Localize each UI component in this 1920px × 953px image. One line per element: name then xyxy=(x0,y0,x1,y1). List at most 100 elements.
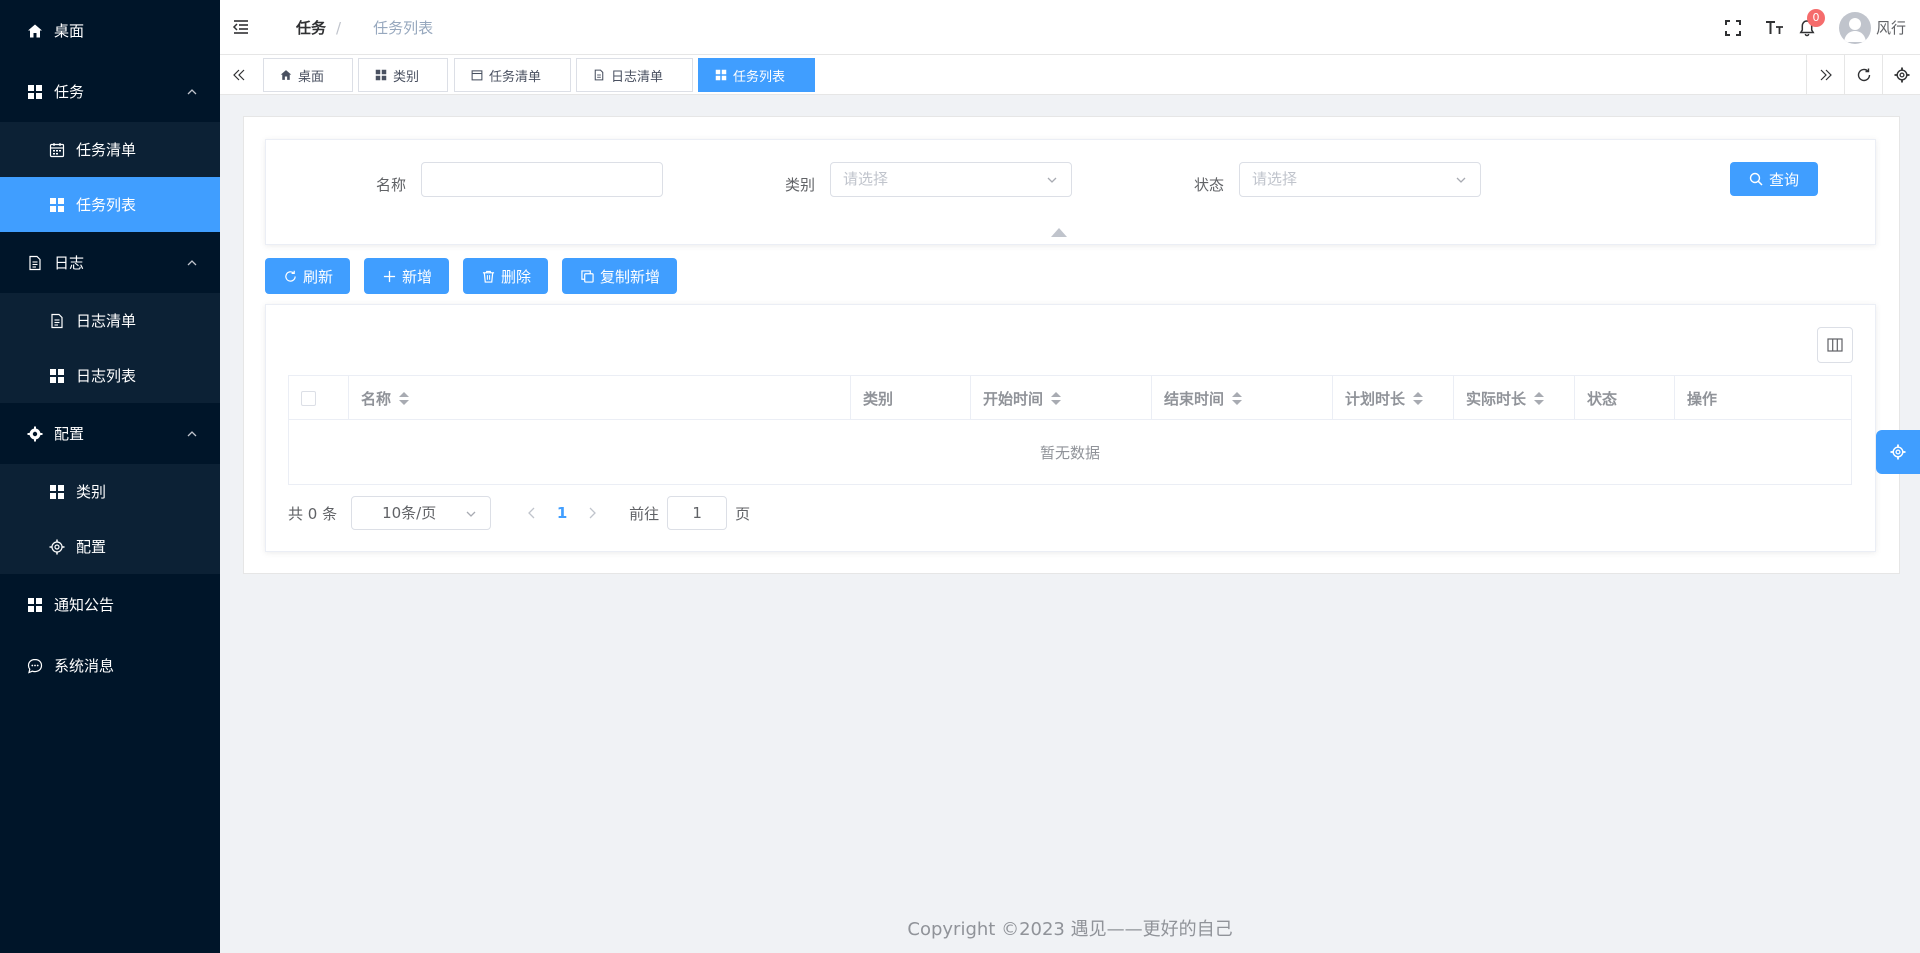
copy-icon xyxy=(580,269,594,283)
tab-category[interactable]: 类别 xyxy=(358,58,448,92)
column-header-actual-duration[interactable]: 实际时长 xyxy=(1454,376,1575,420)
breadcrumb-separator: / xyxy=(336,18,342,37)
table-header: 名称 类别 开始时间 结束时间 计划时长 实际时长 状态 操作 xyxy=(289,376,1851,420)
sort-icon[interactable] xyxy=(1413,391,1424,405)
chevron-down-icon xyxy=(1045,173,1059,187)
tabs-scroll-right-icon[interactable] xyxy=(1806,55,1844,95)
prev-page-icon[interactable] xyxy=(517,498,547,528)
sidebar-item-log-checklist[interactable]: 日志清单 xyxy=(0,293,220,348)
sidebar-item-category[interactable]: 类别 xyxy=(0,464,220,519)
floating-settings-button[interactable] xyxy=(1876,430,1920,474)
category-select[interactable]: 请选择 xyxy=(830,162,1072,197)
sort-icon[interactable] xyxy=(1534,391,1545,405)
sort-icon[interactable] xyxy=(1051,391,1062,405)
delete-button[interactable]: 删除 xyxy=(463,258,549,294)
search-form: 名称 类别 请选择 状态 请选择 查询 xyxy=(265,139,1876,245)
sidebar-item-label: 任务 xyxy=(54,83,85,101)
total-count: 共 0 条 xyxy=(288,504,338,523)
sidebar-item-task[interactable]: 任务 xyxy=(0,61,220,122)
settings-gear-icon[interactable] xyxy=(1882,55,1920,95)
select-all-cell xyxy=(289,376,349,420)
name-input[interactable] xyxy=(421,162,663,197)
goto-page-input[interactable]: 1 xyxy=(667,496,728,530)
submenu-config: 类别 配置 xyxy=(0,464,220,574)
select-all-checkbox[interactable] xyxy=(301,390,316,406)
refresh-icon xyxy=(283,269,297,283)
grid-icon xyxy=(26,83,44,101)
tab-task-checklist[interactable]: 任务清单 xyxy=(454,58,571,92)
breadcrumb: 任务 / 任务列表 xyxy=(296,17,433,38)
status-select[interactable]: 请选择 xyxy=(1239,162,1481,197)
chevron-down-icon xyxy=(464,507,478,521)
user-icon xyxy=(1843,17,1866,42)
sidebar-item-task-checklist[interactable]: 任务清单 xyxy=(0,122,220,177)
copy-add-label: 复制新增 xyxy=(600,267,661,286)
category-label: 类别 xyxy=(785,176,816,194)
chevron-down-icon xyxy=(1454,173,1468,187)
page-size-value: 10条/页 xyxy=(382,504,437,522)
calendar-icon xyxy=(48,141,66,159)
sidebar-item-settings[interactable]: 配置 xyxy=(0,519,220,574)
gear-icon xyxy=(26,425,44,443)
search-icon xyxy=(1749,172,1763,186)
sidebar-item-label: 通知公告 xyxy=(54,596,115,614)
tabs-scroll-left-icon[interactable] xyxy=(220,55,258,95)
query-button[interactable]: 查询 xyxy=(1730,162,1818,196)
plus-icon xyxy=(382,269,396,283)
sidebar-item-system-messages[interactable]: 系统消息 xyxy=(0,635,220,696)
sidebar-item-announcements[interactable]: 通知公告 xyxy=(0,574,220,635)
font-size-icon[interactable] xyxy=(1765,18,1785,38)
sidebar-item-label: 配置 xyxy=(54,425,85,443)
category-placeholder: 请选择 xyxy=(843,170,889,188)
name-label: 名称 xyxy=(376,176,407,194)
footer-copyright: Copyright ©2023 遇见——更好的自己 xyxy=(907,919,1233,940)
tab-desktop[interactable]: 桌面 xyxy=(263,58,353,92)
sort-icon[interactable] xyxy=(399,391,410,405)
next-page-icon[interactable] xyxy=(577,498,607,528)
tab-task-list[interactable]: 任务列表 xyxy=(698,58,815,92)
column-header-category: 类别 xyxy=(851,376,971,420)
tab-label: 类别 xyxy=(393,69,420,85)
chevron-up-icon xyxy=(186,86,198,98)
column-header-name[interactable]: 名称 xyxy=(349,376,851,420)
document-icon xyxy=(593,69,605,81)
tab-label: 日志清单 xyxy=(611,69,664,85)
query-label: 查询 xyxy=(1768,170,1799,189)
column-label: 结束时间 xyxy=(1164,389,1225,408)
column-settings-icon[interactable] xyxy=(1817,327,1853,363)
add-button[interactable]: 新增 xyxy=(364,258,450,294)
sidebar-item-label: 桌面 xyxy=(54,22,85,40)
column-label: 开始时间 xyxy=(983,389,1044,408)
notification-bell[interactable]: 0 xyxy=(1797,8,1825,38)
collapse-toggle-icon[interactable] xyxy=(1051,228,1067,237)
main-area: 任务 / 任务列表 0 风行 桌面 类别 任务清单 日志清单 任务列表 名称 类… xyxy=(220,0,1920,953)
sidebar-item-log-list[interactable]: 日志列表 xyxy=(0,348,220,403)
document-icon xyxy=(26,254,44,272)
gear-icon xyxy=(48,538,66,556)
column-header-status: 状态 xyxy=(1575,376,1675,420)
avatar[interactable] xyxy=(1838,11,1871,44)
tab-log-checklist[interactable]: 日志清单 xyxy=(576,58,693,92)
sort-icon[interactable] xyxy=(1232,391,1243,405)
menu-fold-icon[interactable] xyxy=(232,18,250,36)
column-header-start-time[interactable]: 开始时间 xyxy=(971,376,1152,420)
sidebar-item-desktop[interactable]: 桌面 xyxy=(0,0,220,61)
sidebar-item-config[interactable]: 配置 xyxy=(0,403,220,464)
sidebar-item-label: 任务列表 xyxy=(76,196,137,214)
sidebar-item-label: 任务清单 xyxy=(76,141,137,159)
column-header-planned-duration[interactable]: 计划时长 xyxy=(1333,376,1454,420)
status-label: 状态 xyxy=(1194,176,1225,194)
username[interactable]: 风行 xyxy=(1876,17,1906,38)
refresh-icon[interactable] xyxy=(1844,55,1882,95)
sidebar-item-task-list[interactable]: 任务列表 xyxy=(0,177,220,232)
copy-add-button[interactable]: 复制新增 xyxy=(562,258,678,294)
sidebar-item-log[interactable]: 日志 xyxy=(0,232,220,293)
column-header-end-time[interactable]: 结束时间 xyxy=(1152,376,1333,420)
document-icon xyxy=(48,312,66,330)
tab-label: 任务列表 xyxy=(733,69,786,85)
breadcrumb-parent[interactable]: 任务 xyxy=(296,17,326,38)
refresh-button[interactable]: 刷新 xyxy=(265,258,351,294)
page-number[interactable]: 1 xyxy=(547,504,577,522)
page-size-select[interactable]: 10条/页 xyxy=(351,496,492,530)
fullscreen-icon[interactable] xyxy=(1723,18,1743,38)
